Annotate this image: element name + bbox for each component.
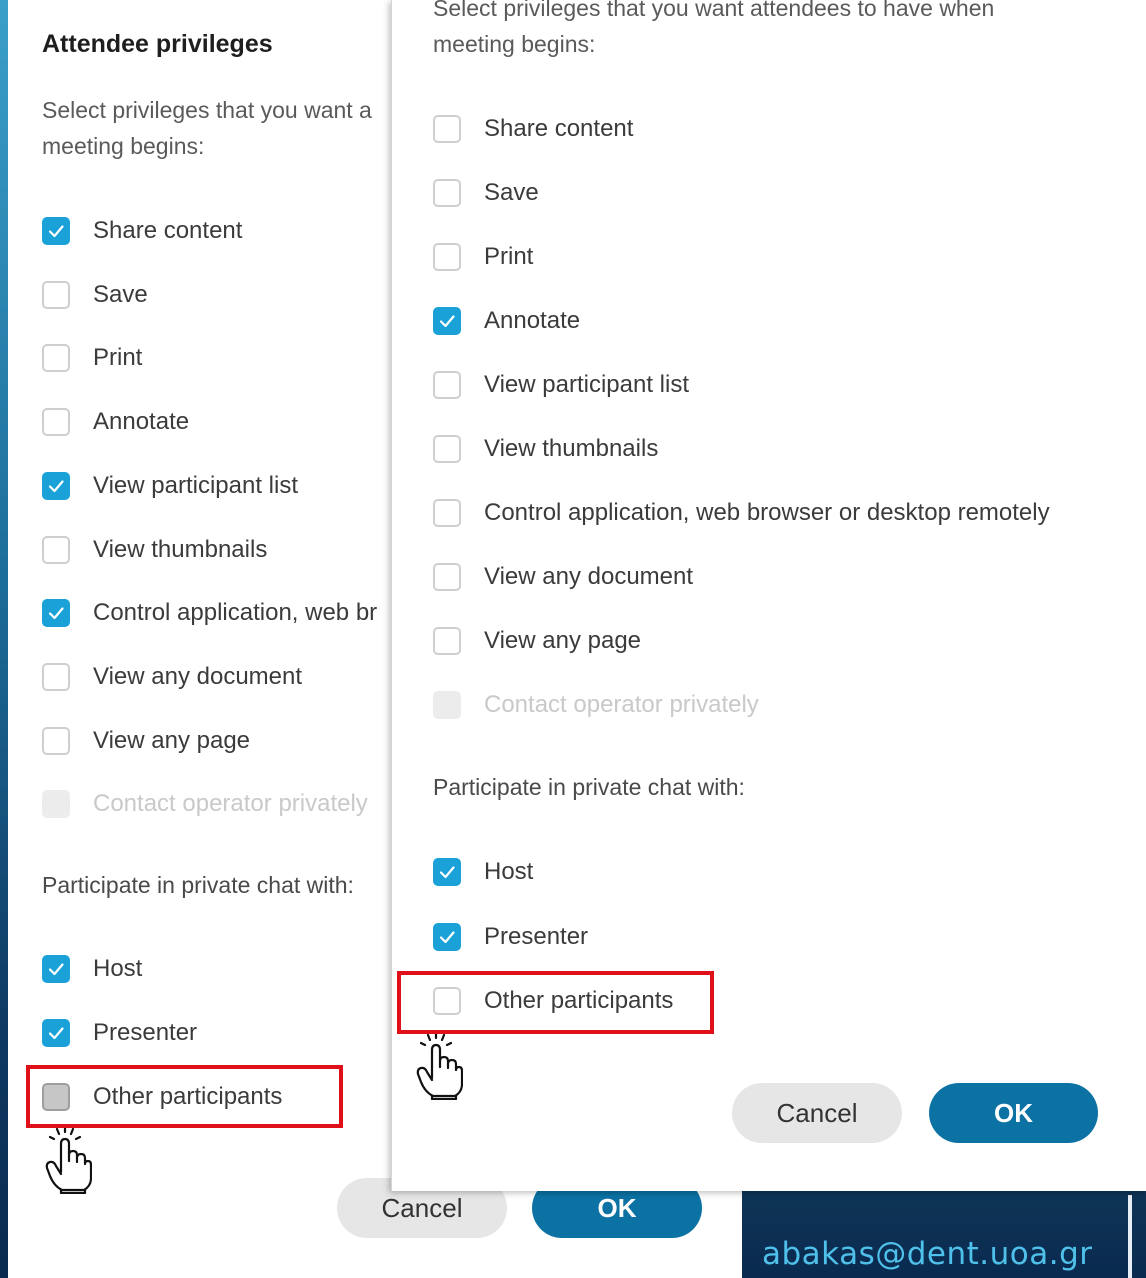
option-label: Annotate xyxy=(93,408,190,436)
checkbox xyxy=(433,691,461,719)
checkmark-icon xyxy=(48,1027,64,1040)
checkbox[interactable] xyxy=(433,115,461,143)
option-annotate[interactable]: Annotate xyxy=(42,405,189,439)
checkbox[interactable] xyxy=(42,408,70,437)
option-view-any-page[interactable]: View any page xyxy=(433,624,641,658)
checkmark-icon xyxy=(48,607,64,620)
panel-title: Attendee privileges xyxy=(42,30,273,58)
ok-button[interactable]: OK xyxy=(929,1083,1098,1143)
checkmark-icon xyxy=(48,480,64,492)
option-label: Host xyxy=(484,858,534,885)
option-view-thumbnails[interactable]: View thumbnails xyxy=(433,432,658,466)
checkbox[interactable] xyxy=(433,179,461,207)
option-host[interactable]: Host xyxy=(433,855,533,889)
checkbox[interactable] xyxy=(433,922,461,951)
option-label: Print xyxy=(484,243,534,270)
panel-description: Select privileges that you want a meetin… xyxy=(42,97,372,159)
checkbox[interactable] xyxy=(433,499,461,527)
checkbox[interactable] xyxy=(433,371,461,399)
checkbox xyxy=(42,790,70,819)
footer-email: abakas@dent.uoa.gr xyxy=(762,1236,1093,1272)
option-label: Contact operator privately xyxy=(484,691,759,718)
option-presenter[interactable]: Presenter xyxy=(433,920,588,954)
option-label: Presenter xyxy=(484,922,589,950)
checkmark-icon xyxy=(48,963,64,976)
option-label: View any document xyxy=(484,563,694,590)
checkbox[interactable] xyxy=(433,627,461,655)
checkmark-icon xyxy=(439,866,455,879)
hand-pointer-icon xyxy=(416,1034,463,1100)
option-label: Contact operator privately xyxy=(93,790,368,818)
panel-description: Select privileges that you want attendee… xyxy=(433,0,995,57)
option-label: Control application, web browser or desk… xyxy=(484,499,1050,526)
option-contact-operator-privately: Contact operator privately xyxy=(42,787,368,821)
option-label: View thumbnails xyxy=(484,435,659,462)
checkbox[interactable] xyxy=(42,662,70,691)
chat-heading: Participate in private chat with: xyxy=(42,872,354,898)
option-label: Control application, web br xyxy=(93,599,378,627)
option-label: Presenter xyxy=(93,1019,198,1046)
option-host[interactable]: Host xyxy=(42,952,142,986)
checkbox[interactable] xyxy=(42,217,70,245)
checkbox[interactable] xyxy=(42,471,70,500)
option-label: View thumbnails xyxy=(93,535,268,563)
checkbox[interactable] xyxy=(42,955,70,983)
option-label: View participant list xyxy=(93,471,298,499)
checkbox[interactable] xyxy=(433,307,461,335)
option-label: Share content xyxy=(93,217,243,244)
option-label: View any page xyxy=(484,627,642,654)
checkbox[interactable] xyxy=(42,726,70,755)
option-label: View any page xyxy=(93,726,251,754)
option-view-any-document[interactable]: View any document xyxy=(433,560,693,594)
checkmark-icon xyxy=(439,315,455,328)
option-label: Share content xyxy=(484,115,634,142)
cancel-button[interactable]: Cancel xyxy=(732,1083,902,1143)
option-share-content[interactable]: Share content xyxy=(42,214,242,248)
option-contact-operator-privately: Contact operator privately xyxy=(433,688,759,722)
option-label: View participant list xyxy=(484,371,689,398)
hand-pointer-icon xyxy=(45,1128,92,1194)
checkmark-icon xyxy=(48,225,64,238)
option-label: Save xyxy=(93,280,148,308)
highlight-box-other-participants-right xyxy=(397,971,714,1034)
option-view-participant-list[interactable]: View participant list xyxy=(433,368,689,402)
option-annotate[interactable]: Annotate xyxy=(433,304,580,338)
slide-accent-bar xyxy=(1128,1195,1132,1278)
option-label: Save xyxy=(484,179,539,206)
checkbox[interactable] xyxy=(42,280,70,309)
checkbox[interactable] xyxy=(433,435,461,463)
option-control-application-web-browser-or-desktop-remotely[interactable]: Control application, web browser or desk… xyxy=(433,496,1050,530)
option-label: Print xyxy=(93,344,143,372)
checkmark-icon xyxy=(439,930,455,943)
option-share-content[interactable]: Share content xyxy=(433,112,633,146)
option-presenter[interactable]: Presenter xyxy=(42,1016,197,1050)
checkbox[interactable] xyxy=(42,1019,70,1047)
option-view-thumbnails[interactable]: View thumbnails xyxy=(42,533,267,567)
option-print[interactable]: Print xyxy=(42,341,142,375)
option-view-any-page[interactable]: View any page xyxy=(42,724,250,758)
option-view-any-document[interactable]: View any document xyxy=(42,660,302,694)
option-save[interactable]: Save xyxy=(433,176,539,210)
highlight-box-other-participants-left xyxy=(26,1065,343,1128)
option-label: View any document xyxy=(93,662,303,690)
checkbox[interactable] xyxy=(433,563,461,591)
chat-heading: Participate in private chat with: xyxy=(433,774,745,800)
option-print[interactable]: Print xyxy=(433,240,533,274)
checkbox[interactable] xyxy=(42,535,70,564)
option-save[interactable]: Save xyxy=(42,278,148,312)
option-control-application-web-br[interactable]: Control application, web br xyxy=(42,596,377,630)
checkbox[interactable] xyxy=(433,858,461,886)
checkbox[interactable] xyxy=(42,599,70,628)
option-label: Annotate xyxy=(484,307,581,334)
checkbox[interactable] xyxy=(42,344,70,373)
option-view-participant-list[interactable]: View participant list xyxy=(42,469,298,503)
checkbox[interactable] xyxy=(433,243,461,271)
option-label: Host xyxy=(93,955,143,982)
